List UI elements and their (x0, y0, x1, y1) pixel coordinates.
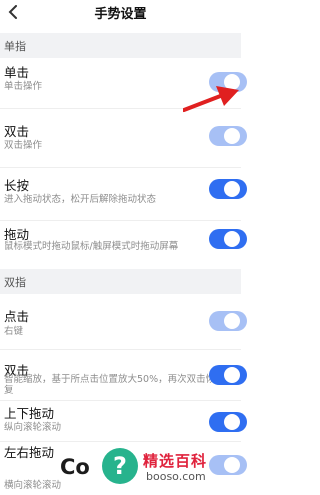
long-press-toggle[interactable] (209, 179, 247, 199)
setting-row-two-finger-double-tap[interactable]: 双击 智能缩放，基于所点击位置放大50%，再次双击恢复 (0, 350, 247, 400)
setting-subtitle: 鼠标模式时拖动鼠标/触屏模式时拖动屏幕 (4, 241, 179, 252)
setting-subtitle: 右键 (4, 326, 24, 337)
section-label: 单指 (4, 40, 26, 53)
two-finger-tap-toggle[interactable] (209, 311, 247, 331)
setting-subtitle: 智能缩放，基于所点击位置放大50%，再次双击恢复 (4, 374, 216, 396)
watermark: Co ? 精选百科 booso.com (58, 448, 241, 486)
section-single-finger: 单指 (0, 33, 241, 58)
header: 手势设置 (0, 0, 241, 30)
setting-title: 单击 (4, 65, 30, 80)
setting-subtitle: 纵向滚轮滚动 (4, 422, 62, 433)
setting-title: 双击 (4, 124, 30, 139)
question-mark-icon: ? (102, 448, 138, 484)
setting-row-drag[interactable]: 拖动 鼠标模式时拖动鼠标/触屏模式时拖动屏幕 (0, 221, 247, 269)
section-double-finger: 双指 (0, 269, 241, 294)
setting-subtitle: 双击操作 (4, 140, 43, 151)
page-title: 手势设置 (94, 7, 147, 22)
watermark-brand: 精选百科 (143, 452, 208, 470)
setting-row-vertical-drag[interactable]: 上下拖动 纵向滚轮滚动 (0, 401, 247, 441)
drag-toggle[interactable] (209, 229, 247, 249)
setting-title: 左右拖动 (4, 445, 55, 460)
setting-subtitle: 进入拖动状态，松开后解除拖动状态 (4, 194, 157, 205)
two-finger-double-tap-toggle[interactable] (209, 365, 247, 385)
watermark-url: booso.com (146, 470, 206, 483)
setting-title: 点击 (4, 309, 30, 324)
single-double-tap-toggle[interactable] (209, 126, 247, 146)
setting-row-long-press[interactable]: 长按 进入拖动状态，松开后解除拖动状态 (0, 168, 247, 220)
section-label: 双指 (4, 276, 26, 289)
setting-row-single-double-tap[interactable]: 双击 双击操作 (0, 109, 247, 167)
setting-row-two-finger-tap[interactable]: 点击 右键 (0, 294, 247, 349)
setting-title: 上下拖动 (4, 406, 55, 421)
setting-title: 长按 (4, 178, 30, 193)
watermark-text: Co (60, 455, 90, 479)
vertical-drag-toggle[interactable] (209, 412, 247, 432)
red-arrow-icon (183, 86, 239, 112)
